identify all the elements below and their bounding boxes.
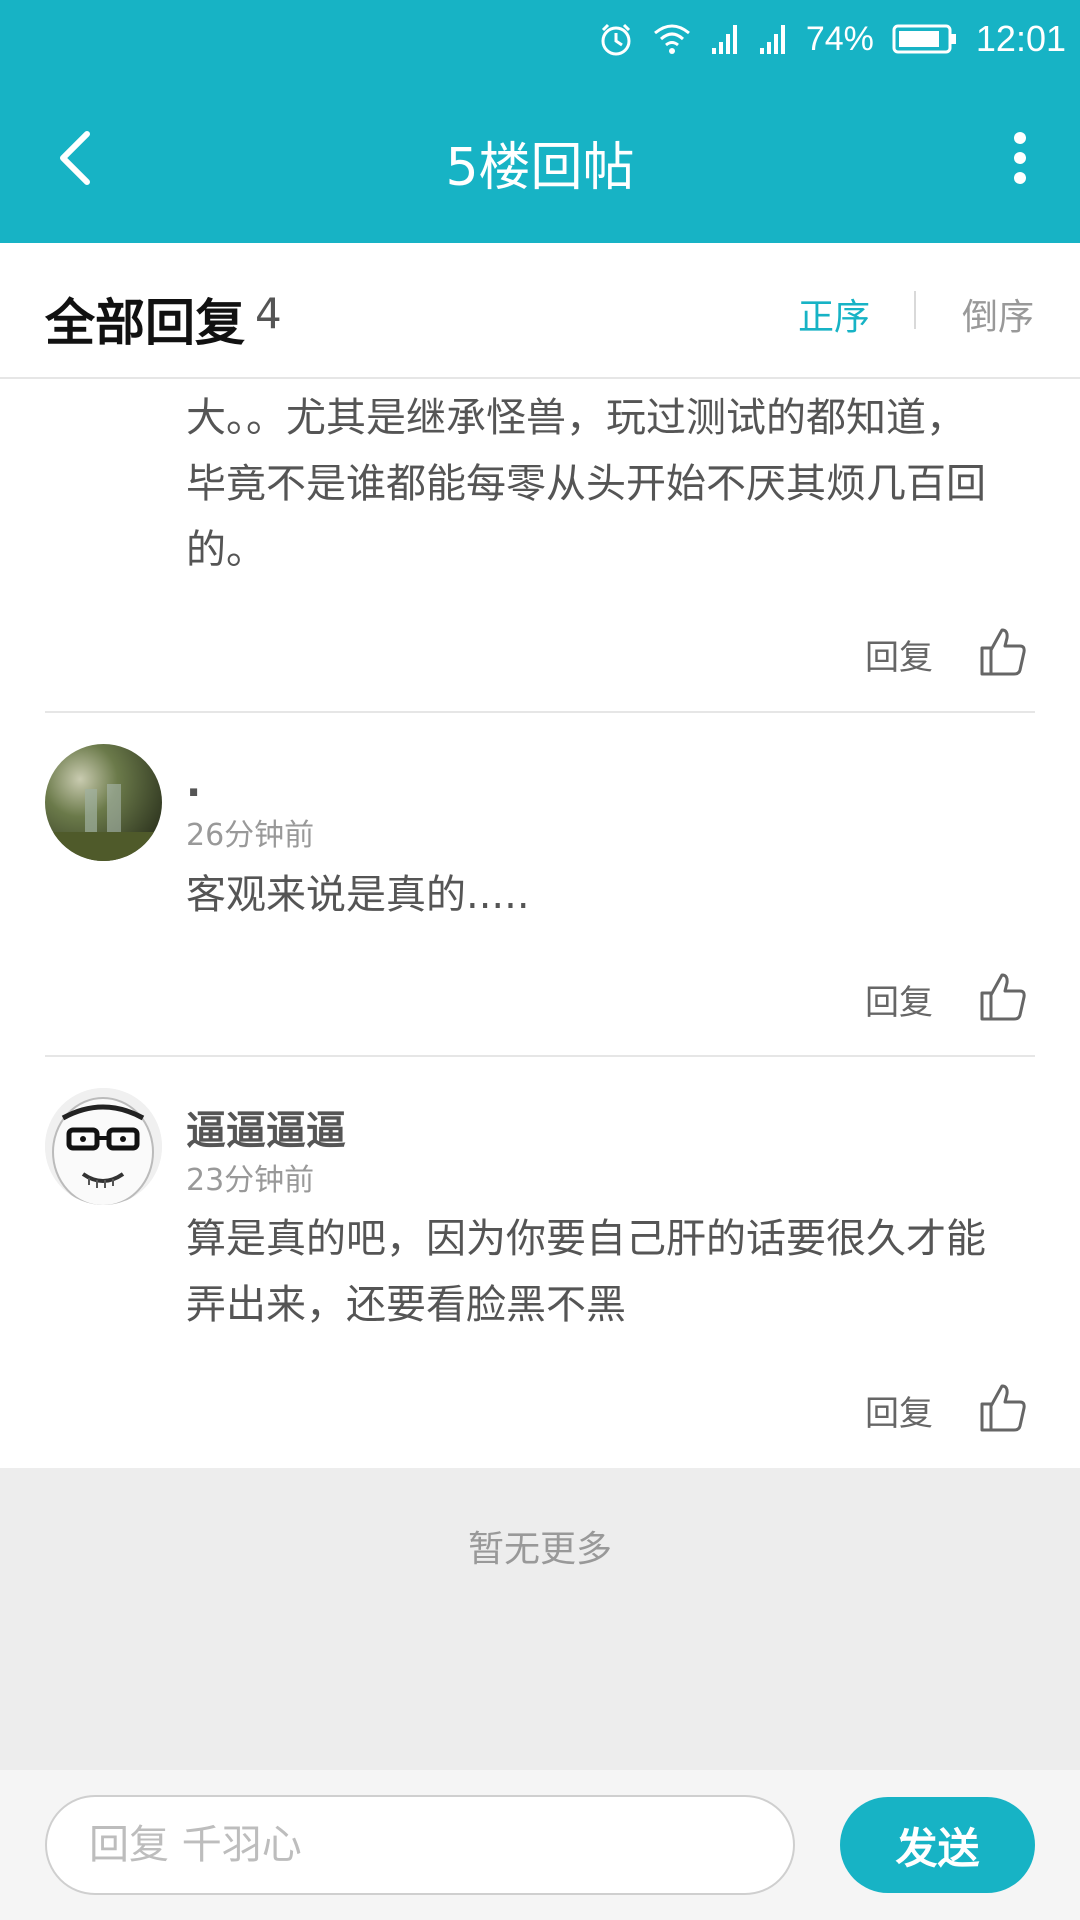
comment-text-line: 算是真的吧，因为你要自己肝的话要很久才能 <box>186 1216 986 1262</box>
comment-text: 大。。尤其是继承怪兽，玩过测试的都知道， 毕竟不是谁都能每零从头开始不厌其烦几百… <box>186 385 1046 583</box>
comment-time: 23分钟前 <box>186 1163 315 1198</box>
comment-text-line: 的。 <box>186 527 266 573</box>
sort-descending-tab[interactable]: 倒序 <box>962 288 1034 340</box>
status-time: 12:01 <box>975 18 1066 59</box>
reply-button[interactable]: 回复 <box>865 1386 933 1435</box>
thumbs-up-icon[interactable] <box>980 626 1030 676</box>
reply-header: 全部回复 4 正序 倒序 <box>0 243 1080 379</box>
status-bar: 74% 12:01 <box>0 0 1080 78</box>
comment-text-line: 客观来说是真的..... <box>186 872 530 918</box>
comment-divider <box>45 711 1035 713</box>
page-title: 5楼回帖 <box>445 138 635 198</box>
comment-time: 26分钟前 <box>186 818 315 853</box>
reply-count: 4 <box>255 289 282 338</box>
comment-divider <box>45 1055 1035 1057</box>
comment-text: 算是真的吧，因为你要自己肝的话要很久才能 弄出来，还要看脸黑不黑 <box>186 1206 1046 1338</box>
avatar[interactable] <box>45 1088 162 1205</box>
thumbs-up-icon[interactable] <box>980 971 1030 1021</box>
all-replies-label: 全部回复 <box>45 294 245 352</box>
comment-text-line: 大。。尤其是继承怪兽，玩过测试的都知道， <box>186 395 966 441</box>
comment-text: 客观来说是真的..... <box>186 862 1046 928</box>
battery-percent: 74% <box>805 19 874 58</box>
avatar[interactable] <box>45 744 162 861</box>
sort-ascending-tab[interactable]: 正序 <box>798 288 870 340</box>
signal-icon <box>758 22 788 56</box>
alarm-icon <box>598 21 634 57</box>
reply-button[interactable]: 回复 <box>865 630 933 679</box>
comment-text-line: 毕竟不是谁都能每零从头开始不厌其烦几百回 <box>186 461 986 507</box>
comment-author[interactable]: 逼逼逼逼 <box>186 1098 346 1156</box>
no-more-text: 暂无更多 <box>467 1529 612 1570</box>
reply-button[interactable]: 回复 <box>865 975 933 1024</box>
send-button[interactable]: 发送 <box>840 1797 1035 1893</box>
thumbs-up-icon[interactable] <box>980 1382 1030 1432</box>
more-button[interactable] <box>990 115 1050 205</box>
top-bar: 74% 12:01 5楼回帖 <box>0 0 1080 243</box>
signal-icon <box>710 22 740 56</box>
comment-author[interactable]: . <box>186 760 201 806</box>
more-vertical-icon <box>1012 130 1028 190</box>
reply-bar: 发送 <box>0 1770 1080 1920</box>
no-more-area: 暂无更多 <box>0 1468 1080 1770</box>
wifi-icon <box>652 22 692 56</box>
comment-text-line: 弄出来，还要看脸黑不黑 <box>186 1282 626 1328</box>
reply-input[interactable] <box>45 1795 795 1895</box>
app-bar: 5楼回帖 <box>0 95 1080 225</box>
battery-icon <box>892 23 958 55</box>
sort-divider <box>914 291 916 329</box>
